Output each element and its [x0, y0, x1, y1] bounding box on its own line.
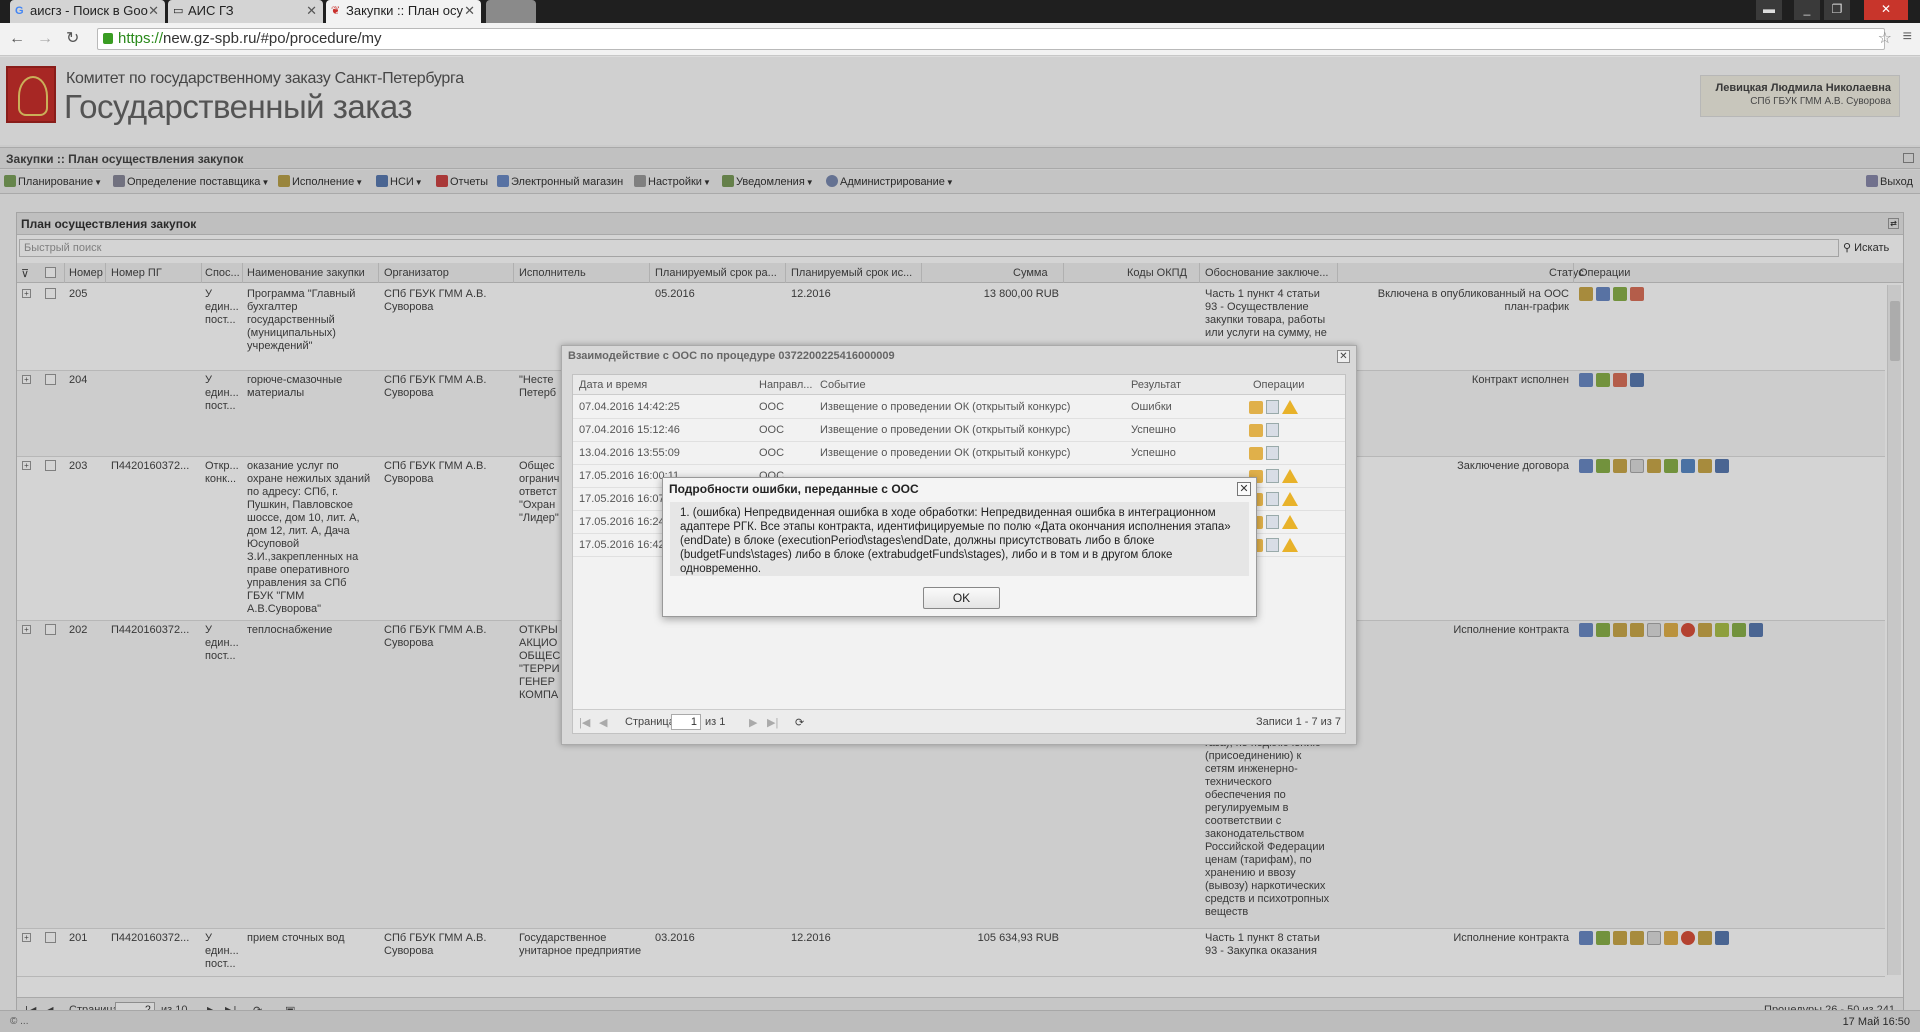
ok-button[interactable]: OK — [923, 587, 1000, 609]
cell-direction: ООС — [759, 424, 785, 436]
interaction-pager: |◀ ◀ Страница 1 из 1 ▶ ▶| ⟳ Записи 1 - 7… — [573, 709, 1345, 733]
cell-result: Ошибки — [1131, 401, 1172, 413]
url-scheme: https:// — [118, 30, 164, 47]
page-number-input[interactable]: 1 — [671, 714, 701, 730]
close-icon[interactable]: ✕ — [1337, 350, 1350, 363]
url-input[interactable]: https://new.gz-spb.ru/#po/procedure/my — [97, 28, 1885, 50]
records-summary: Записи 1 - 7 из 7 — [1256, 716, 1341, 728]
minimize-icon[interactable]: _ — [1794, 0, 1820, 20]
row-operations — [1249, 423, 1282, 440]
forward-icon[interactable]: → — [37, 30, 53, 48]
page-label: Страница — [625, 716, 675, 728]
package-icon[interactable] — [1249, 447, 1263, 460]
cell-date: 17.05.2016 16:07 — [579, 493, 665, 505]
dialog-title: Подробности ошибки, переданные с ООС — [669, 482, 919, 496]
next-page-icon[interactable]: ▶ — [749, 716, 757, 729]
browser-tab-google[interactable]: G аисгз - Поиск в Goo ✕ — [10, 0, 165, 23]
url-path: new.gz-spb.ru/#po/procedure/my — [163, 30, 382, 47]
warning-icon[interactable] — [1282, 538, 1298, 552]
last-page-icon[interactable]: ▶| — [767, 716, 778, 729]
close-tab-icon[interactable]: ✕ — [148, 3, 159, 19]
interaction-grid-header: Дата и время Направл... Событие Результа… — [573, 375, 1345, 395]
window-close-icon[interactable]: ✕ — [1864, 0, 1908, 20]
user-icon[interactable]: ▬ — [1756, 0, 1782, 20]
cell-date: 07.04.2016 14:42:25 — [579, 401, 680, 413]
cell-date: 17.05.2016 16:42 — [579, 539, 665, 551]
column-header[interactable]: Направл... — [759, 379, 812, 391]
row-operations — [1249, 400, 1298, 417]
google-icon: G — [15, 5, 24, 17]
window-title: Взаимодействие с ООС по процедуре 037220… — [568, 350, 895, 362]
document-icon[interactable] — [1266, 469, 1279, 483]
address-bar: ← → ↻ https://new.gz-spb.ru/#po/procedur… — [0, 23, 1920, 56]
new-tab-button[interactable] — [486, 0, 536, 23]
row-operations — [1249, 446, 1282, 463]
cell-date: 07.04.2016 15:12:46 — [579, 424, 680, 436]
lock-icon — [103, 33, 113, 44]
page-count: из 1 — [705, 716, 726, 728]
column-header[interactable]: Событие — [820, 379, 866, 391]
document-icon[interactable] — [1266, 446, 1279, 460]
document-icon[interactable] — [1266, 515, 1279, 529]
document-icon[interactable] — [1266, 492, 1279, 506]
error-details-dialog: Подробности ошибки, переданные с ООС ✕ 1… — [662, 477, 1257, 617]
browser-tab-active[interactable]: ❦ Закупки :: План осу ✕ — [326, 0, 481, 23]
package-icon[interactable] — [1249, 401, 1263, 414]
warning-icon[interactable] — [1282, 515, 1298, 529]
cell-event: Извещение о проведении ОК (открытый конк… — [820, 447, 1071, 459]
first-page-icon[interactable]: |◀ — [579, 716, 590, 729]
browser-tab-bar: G аисгз - Поиск в Goo ✕ ▭ АИС ГЗ ✕ ❦ Зак… — [0, 0, 1920, 23]
cell-result: Успешно — [1131, 424, 1176, 436]
tab-title: АИС ГЗ — [188, 3, 234, 18]
close-icon[interactable]: ✕ — [1237, 482, 1251, 496]
document-icon[interactable] — [1266, 538, 1279, 552]
cell-event: Извещение о проведении ОК (открытый конк… — [820, 424, 1071, 436]
cell-date: 17.05.2016 16:24 — [579, 516, 665, 528]
close-tab-icon[interactable]: ✕ — [464, 3, 475, 19]
prev-page-icon[interactable]: ◀ — [599, 716, 607, 729]
warning-icon[interactable] — [1282, 469, 1298, 483]
package-icon[interactable] — [1249, 424, 1263, 437]
warning-icon[interactable] — [1282, 492, 1298, 506]
refresh-icon[interactable]: ⟳ — [795, 716, 804, 729]
document-icon[interactable] — [1266, 400, 1279, 414]
cell-direction: ООС — [759, 447, 785, 459]
bookmark-star-icon[interactable]: ☆ — [1878, 28, 1892, 48]
browser-menu-icon[interactable]: ≡ — [1903, 28, 1912, 46]
tab-title: аисгз - Поиск в Goo — [30, 3, 148, 18]
error-message: 1. (ошибка) Непредвиденная ошибка в ходе… — [670, 502, 1249, 576]
tab-title: Закупки :: План осу — [346, 3, 464, 18]
back-icon[interactable]: ← — [9, 30, 25, 48]
column-header[interactable]: Результат — [1131, 379, 1181, 391]
reload-icon[interactable]: ↻ — [66, 30, 79, 48]
warning-icon[interactable] — [1282, 400, 1298, 414]
column-header[interactable]: Операции — [1253, 379, 1304, 391]
interaction-row[interactable]: 07.04.2016 14:42:25 ООС Извещение о пров… — [573, 396, 1345, 419]
cell-result: Успешно — [1131, 447, 1176, 459]
interaction-row[interactable]: 13.04.2016 13:55:09 ООС Извещение о пров… — [573, 442, 1345, 465]
close-tab-icon[interactable]: ✕ — [306, 3, 317, 19]
cell-event: Извещение о проведении ОК (открытый конк… — [820, 401, 1071, 413]
site-favicon-icon: ❦ — [331, 5, 341, 17]
maximize-icon[interactable]: ❐ — [1824, 0, 1850, 20]
cell-direction: ООС — [759, 401, 785, 413]
document-icon[interactable] — [1266, 423, 1279, 437]
column-header[interactable]: Дата и время — [579, 379, 647, 391]
cell-date: 13.04.2016 13:55:09 — [579, 447, 680, 459]
page-icon: ▭ — [173, 5, 184, 17]
browser-tab-ais[interactable]: ▭ АИС ГЗ ✕ — [168, 0, 323, 23]
interaction-row[interactable]: 07.04.2016 15:12:46 ООС Извещение о пров… — [573, 419, 1345, 442]
